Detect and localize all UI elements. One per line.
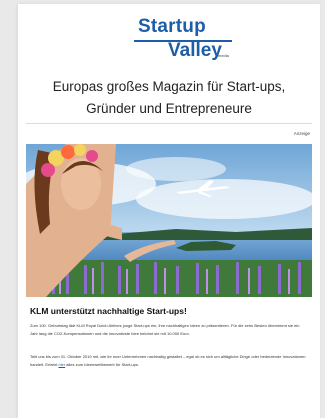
hero-illustration (26, 144, 312, 297)
paragraph-2-text-end: alles zum Ideenwettbewerb für Start-ups. (65, 361, 139, 367)
article-paragraph-2: Teilt uns bis zum 31. Oktober 2019 mit, … (30, 353, 308, 368)
newsletter-sheet: Startup Valley media Europas großes Maga… (18, 4, 320, 418)
article-title[interactable]: KLM unterstützt nachhaltige Start-ups! (30, 306, 187, 316)
divider (26, 123, 312, 124)
article-paragraph-1: Zum 100. Geburtstag lädt KLM Royal Dutch… (30, 323, 300, 336)
logo-text-line2: Valley (168, 40, 222, 61)
tagline-line1: Europas großes Magazin für Start-ups, (52, 79, 286, 94)
logo-suffix: media (218, 53, 229, 58)
startup-valley-logo[interactable]: Startup Valley media (132, 16, 242, 66)
logo-text-line1: Startup (138, 16, 206, 37)
ad-label: Anzeige (293, 131, 310, 136)
tagline-line2: Gründer und Entrepreneure (86, 101, 252, 116)
hero-image[interactable] (26, 144, 312, 297)
tagline: Europas großes Magazin für Start-ups, Gr… (18, 76, 320, 120)
